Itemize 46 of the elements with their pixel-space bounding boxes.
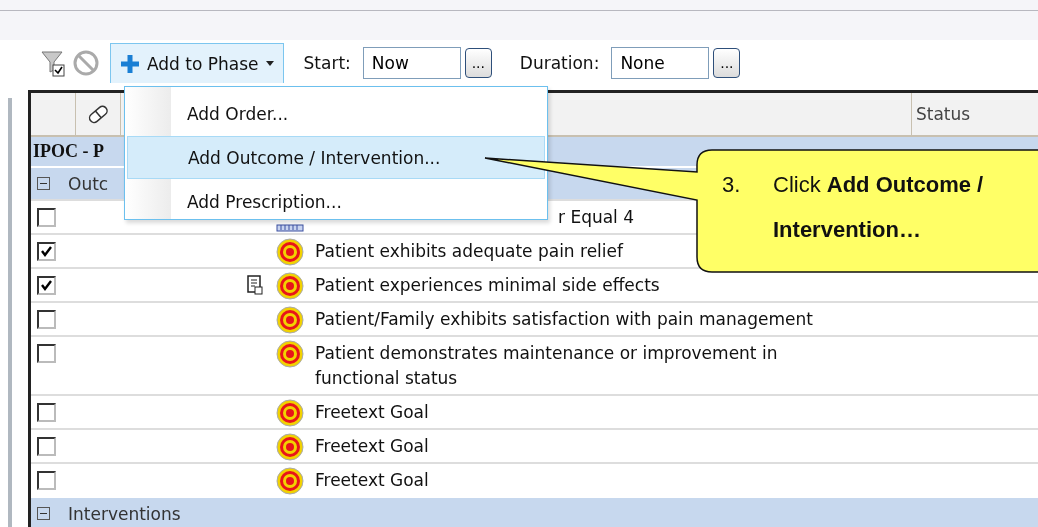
caret-icon xyxy=(264,60,275,67)
start-picker-button[interactable]: ... xyxy=(464,48,492,78)
filter-icon[interactable] xyxy=(40,48,66,78)
ruler-icon xyxy=(276,224,304,232)
checkbox[interactable] xyxy=(37,403,56,422)
target-icon xyxy=(276,272,304,300)
checkbox[interactable] xyxy=(37,437,56,456)
goal-text: Patient exhibits adequate pain relief xyxy=(314,240,625,263)
column-header[interactable]: Status xyxy=(916,104,971,124)
checkbox[interactable] xyxy=(37,276,56,295)
duration-field[interactable]: None xyxy=(611,47,710,79)
target-icon xyxy=(276,238,304,266)
checkbox[interactable] xyxy=(37,310,56,329)
start-field[interactable]: Now xyxy=(362,47,461,79)
group-title: Interventions xyxy=(68,503,181,524)
callout-text: Click Add Outcome / Intervention… xyxy=(773,171,985,244)
goal-text: Freetext Goal xyxy=(314,435,430,458)
goal-text: Freetext Goal xyxy=(314,469,430,492)
target-icon xyxy=(276,433,304,461)
start-label: Start: xyxy=(303,53,351,73)
checkmark-icon xyxy=(40,245,53,258)
menu-item[interactable]: Add Order... xyxy=(127,93,545,134)
checkbox[interactable] xyxy=(37,242,56,261)
plus-icon xyxy=(119,52,141,75)
target-icon xyxy=(276,306,304,334)
goal-text: Patient/Family exhibits satisfaction with pain management xyxy=(314,308,814,331)
add-to-phase-button[interactable]: Add to Phase xyxy=(110,43,284,83)
checkbox[interactable] xyxy=(37,344,56,363)
duration-label: Duration: xyxy=(519,53,600,73)
section-title: IPOC - P xyxy=(33,141,104,162)
step-number: 3. xyxy=(722,171,742,199)
target-icon xyxy=(276,340,304,368)
menu-item[interactable]: Add Outcome / Intervention... xyxy=(127,136,545,179)
checkbox[interactable] xyxy=(37,208,56,227)
target-icon xyxy=(276,467,304,495)
collapse-icon[interactable] xyxy=(37,507,50,520)
goal-text: Patient demonstrates maintenance or improvement in functional status xyxy=(314,342,779,390)
group-title: Outc xyxy=(68,173,109,194)
duration-picker-button[interactable]: ... xyxy=(713,48,741,78)
collapse-icon[interactable] xyxy=(37,177,50,190)
goal-text: Freetext Goal xyxy=(314,401,430,424)
goal-text: Patient experiences minimal side effects xyxy=(314,274,661,297)
target-icon xyxy=(276,399,304,427)
menu-item[interactable]: Add Prescription... xyxy=(127,181,545,222)
checkmark-icon xyxy=(40,279,53,292)
checkbox[interactable] xyxy=(37,471,56,490)
